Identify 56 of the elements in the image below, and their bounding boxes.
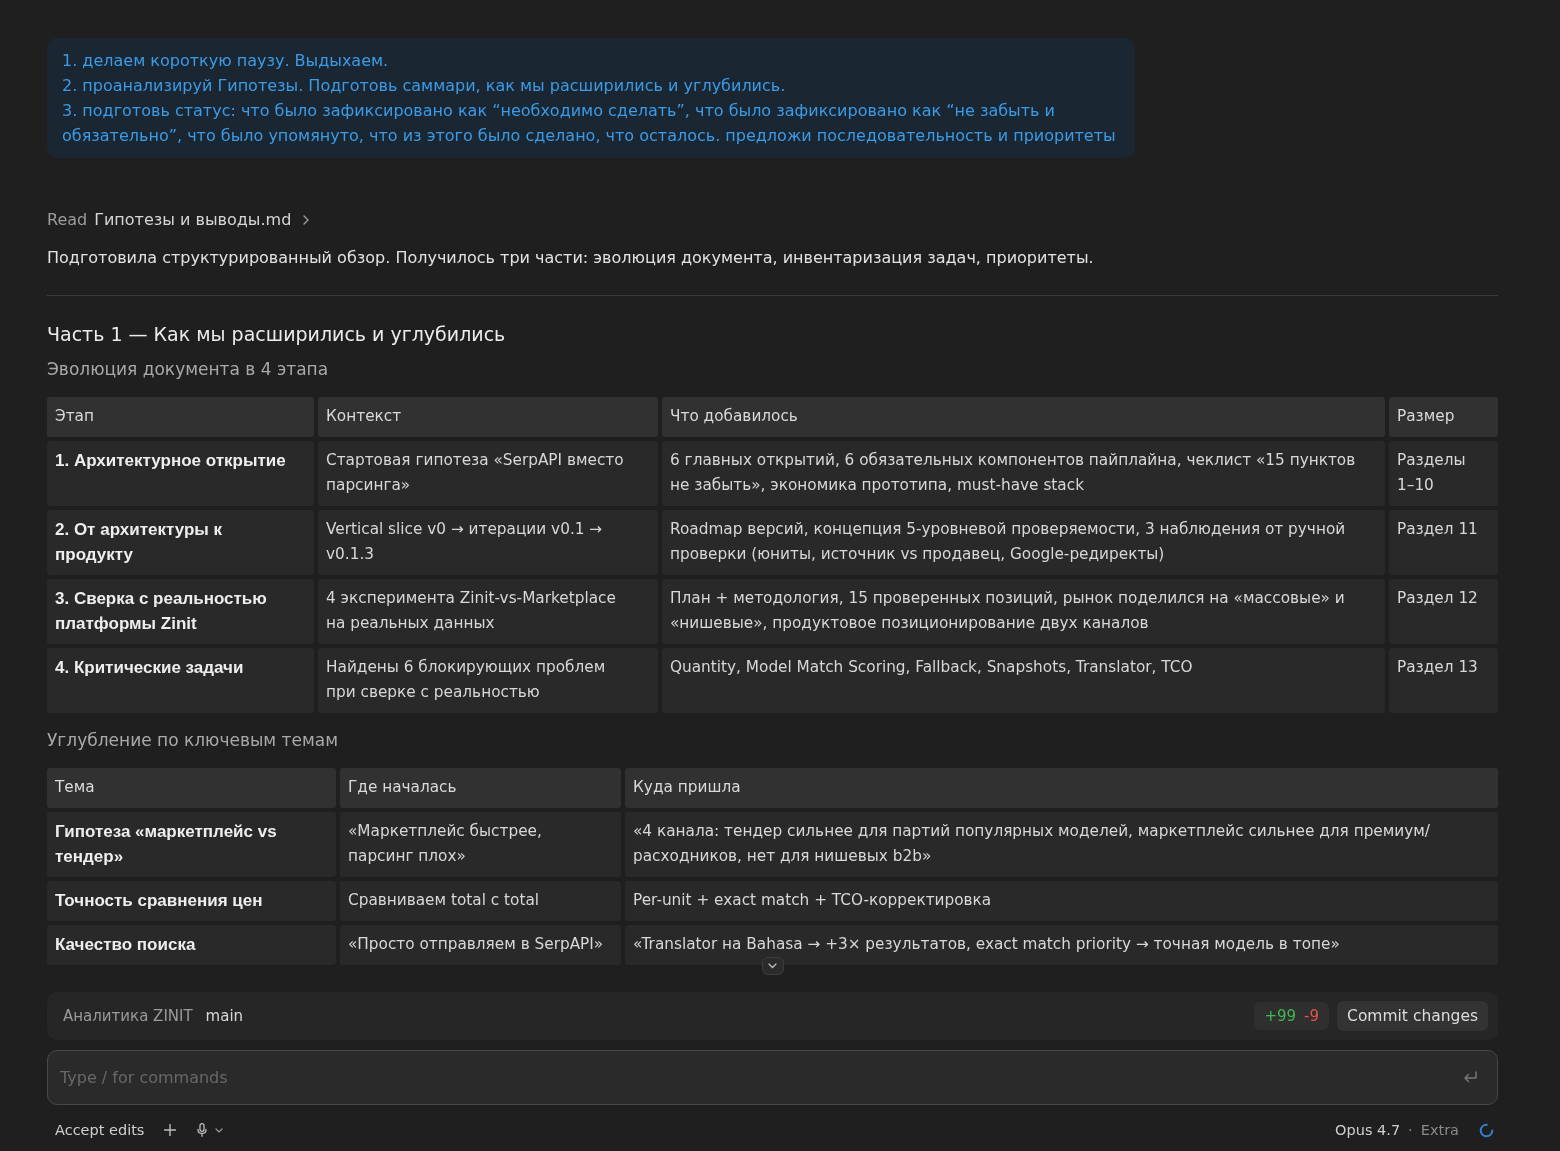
table-cell: Сравниваем total с total bbox=[340, 881, 621, 921]
table-cell: 6 главных открытий, 6 обязательных компонентов пайплайна, чеклист «15 пунктов не забыть», экономика прототипа, must-have stack bbox=[662, 441, 1385, 506]
scroll-down-button[interactable] bbox=[761, 957, 784, 975]
commit-button[interactable]: Commit changes bbox=[1337, 1001, 1488, 1031]
table-cell: «4 канала: тендер сильнее для партий популярных моделей, маркетплейс сильнее для премиум/расходников, нет для нишевых b2b» bbox=[625, 812, 1498, 877]
row-header-cell: Гипотеза «маркетплейс vs тендер» bbox=[47, 812, 336, 877]
row-header-cell: 2. От архитектуры к продукту bbox=[47, 510, 314, 575]
table-cell: «Просто отправляем в SerpAPI» bbox=[340, 925, 621, 965]
loading-spinner-icon bbox=[1479, 1122, 1494, 1138]
branch-name: main bbox=[205, 1007, 244, 1025]
table-cell: «Маркетплейс быстрее, парсинг плох» bbox=[340, 812, 621, 877]
table-cell: Vertical slice v0 → итерации v0.1 → v0.1.3 bbox=[318, 510, 658, 575]
column-header: Где началась bbox=[340, 768, 621, 808]
model-selector[interactable]: Opus 4.7 · Extra bbox=[1335, 1122, 1459, 1138]
table-cell: Найдены 6 блокирующих проблем при сверке с реальностью bbox=[318, 648, 658, 713]
message-text: 1. делаем короткую паузу. Выдыхаем. bbox=[62, 50, 390, 72]
table-cell: «Translator на Bahasa → +3× результатов, exact match priority → точная модель в топе» bbox=[625, 925, 1498, 965]
table-cell: План + методология, 15 проверенных позиций, рынок поделился на «массовые» и «нишевые», продуктовое позиционирование двух каналов bbox=[662, 579, 1385, 644]
column-header: Тема bbox=[47, 768, 336, 808]
table-cell: 4 эксперимента Zinit-vs-Marketplace на реальных данных bbox=[318, 579, 658, 644]
row-header-cell: 1. Архитектурное открытие bbox=[47, 441, 314, 506]
table-cell: Разделы 1–10 bbox=[1389, 441, 1498, 506]
table-cell: Quantity, Model Match Scoring, Fallback, Snapshots, Translator, TCO bbox=[662, 648, 1385, 713]
column-header: Что добавилось bbox=[662, 397, 1385, 437]
summary-text: Подготовила структурированный обзор. Получилось три части: эволюция документа, инвентаризация задач, приоритеты. bbox=[47, 247, 1095, 269]
voice-button[interactable] bbox=[197, 1123, 224, 1137]
row-header-cell: 4. Критические задачи bbox=[47, 648, 314, 713]
chevron-down-icon bbox=[215, 1127, 224, 1133]
row-header-cell: Точность сравнения цен bbox=[47, 881, 336, 921]
diff-stats-button[interactable]: +99 -9 bbox=[1254, 1002, 1330, 1030]
row-header-cell: Качество поиска bbox=[47, 925, 336, 965]
microphone-icon bbox=[197, 1123, 208, 1137]
plus-icon bbox=[164, 1124, 177, 1136]
row-header-cell: 3. Сверка с реальностью платформы Zinit bbox=[47, 579, 314, 644]
table-cell: Раздел 11 bbox=[1389, 510, 1498, 575]
chevron-down-icon bbox=[768, 963, 777, 969]
table-cell: Per-unit + exact match + TCO-корректировка bbox=[625, 881, 1498, 921]
project-name: Аналитика ZINIT bbox=[63, 1007, 193, 1025]
column-header: Контекст bbox=[318, 397, 658, 437]
accept-edits-button[interactable]: Accept edits bbox=[55, 1122, 145, 1138]
command-input[interactable]: Type / for commands bbox=[47, 1050, 1498, 1105]
table-cell: Roadmap версий, концепция 5-уровневой проверяемости, 3 наблюдения от ручной проверки (юниты, источник vs продавец, Google-редиректы) bbox=[662, 510, 1385, 575]
read-file-toggle[interactable]: Read Гипотезы и выводы.md bbox=[47, 207, 311, 232]
column-header: Куда пришла bbox=[625, 768, 1498, 808]
add-button[interactable] bbox=[164, 1124, 177, 1136]
table-caption: Углубление по ключевым темам bbox=[47, 729, 340, 752]
table-caption: Эволюция документа в 4 этапа bbox=[47, 358, 330, 381]
column-header: Этап bbox=[47, 397, 314, 437]
column-header: Размер bbox=[1389, 397, 1498, 437]
section-heading: Часть 1 — Как мы расширились и углубились bbox=[47, 322, 507, 347]
table-cell: Стартовая гипотеза «SerpAPI вместо парсинга» bbox=[318, 441, 658, 506]
table-cell: Раздел 12 bbox=[1389, 579, 1498, 644]
table-cell: Раздел 13 bbox=[1389, 648, 1498, 713]
message-text: 2. проанализируй Гипотезы. Подготовь саммари, как мы расширились и углубились. bbox=[62, 75, 787, 97]
message-text: 3. подготовь статус: что было зафиксировано как “необходимо сделать”, что было зафиксировано как “не забыть и обязательно”, что было упомянуто, что из этого было сделано, что осталось. предложи последовательность и приоритеты bbox=[62, 100, 1117, 147]
enter-icon bbox=[1462, 1070, 1478, 1085]
